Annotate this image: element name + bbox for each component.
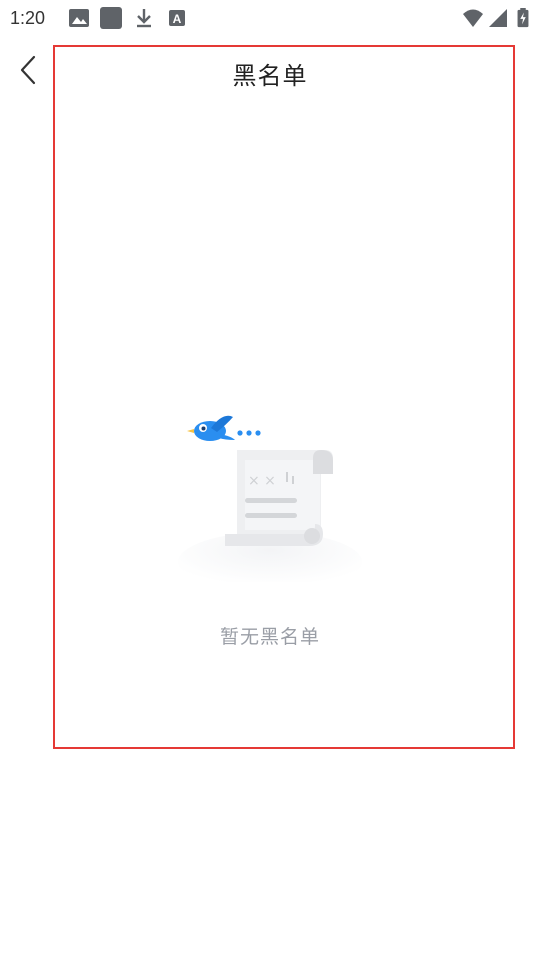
image-icon [69,9,89,27]
page-title: 黑名单 [232,62,308,90]
download-icon [137,9,151,28]
empty-state: × × 暂无黑名单 [150,400,390,660]
top-nav-bar: 黑名单 [0,44,540,100]
battery-charging-icon [517,8,529,28]
status-time: 1:20 [10,8,46,28]
a-text-icon: A [169,10,185,26]
wifi-icon [463,9,483,27]
bird-and-paper-scroll-illustration: × × [178,415,362,582]
square-app-icon [100,7,122,29]
signal-icon [489,9,507,27]
svg-text:A: A [173,12,182,26]
svg-text:× ×: × × [248,473,276,489]
empty-state-message: 暂无黑名单 [219,626,320,648]
status-bar: 1:20 A [0,0,540,36]
blacklist-screen: 1:20 A 黑名单 × × 暂无黑名单 [0,0,540,960]
